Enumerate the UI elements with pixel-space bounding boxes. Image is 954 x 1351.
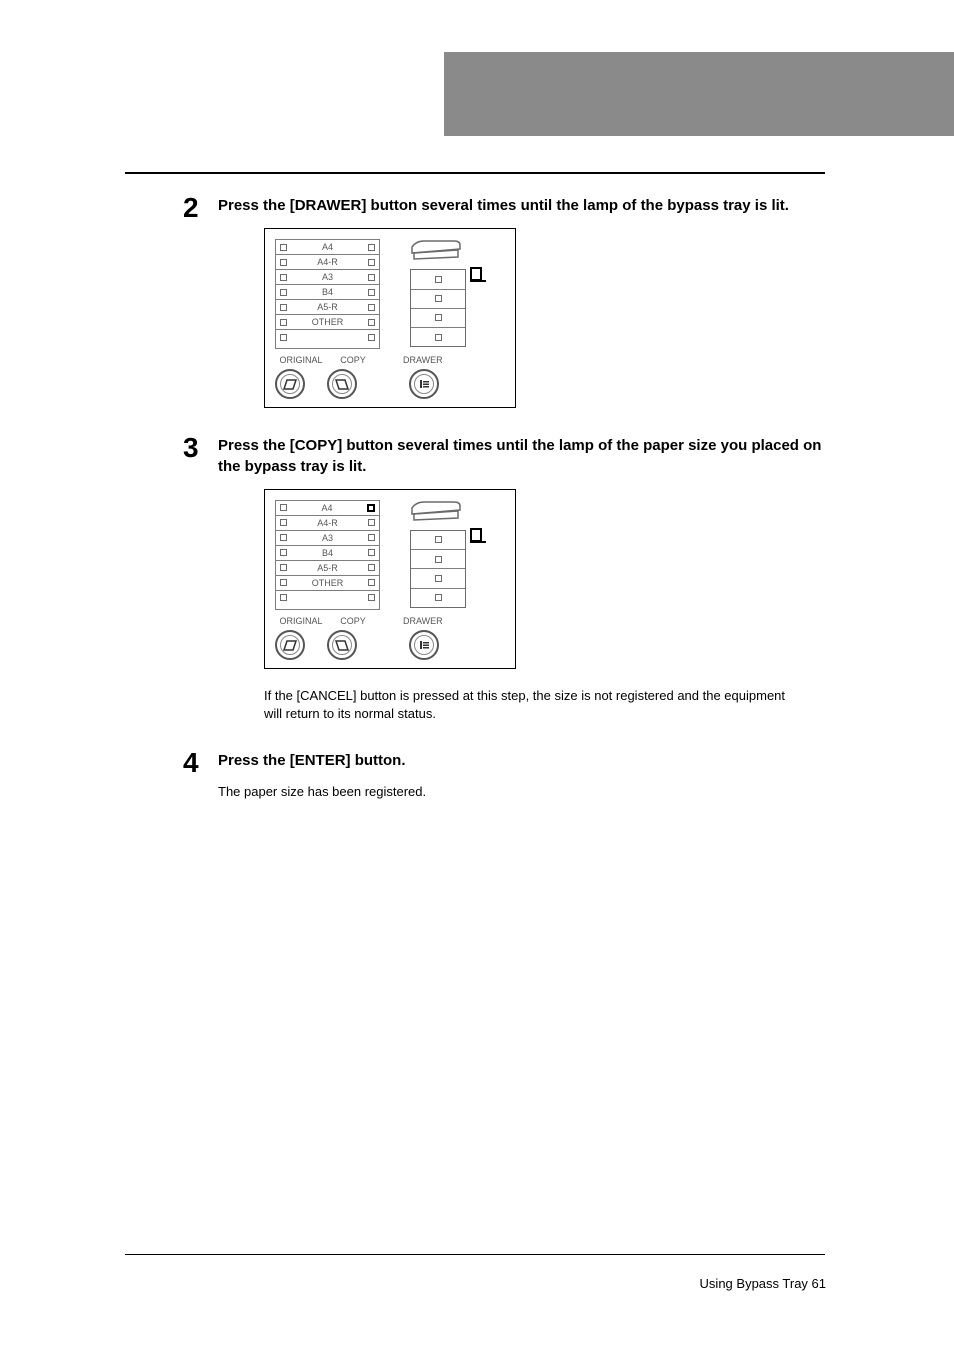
size-row: OTHER (276, 576, 379, 591)
bypass-lamp-indicator (470, 267, 482, 281)
size-row: A4 (276, 240, 379, 255)
drawer-icon (418, 639, 430, 651)
original-button (275, 369, 305, 399)
bypass-lamp-indicator (470, 528, 482, 542)
label-copy: COPY (327, 355, 379, 365)
bypass-tray-icon (410, 239, 462, 261)
drawer-icon (418, 378, 430, 390)
label-original: ORIGINAL (275, 355, 327, 365)
horizontal-rule-top (125, 172, 825, 174)
drawer-button (409, 369, 439, 399)
step-title: Press the [ENTER] button. (218, 749, 828, 771)
step-body: The paper size has been registered. (218, 783, 828, 801)
size-row: A4-R (276, 255, 379, 270)
page-content: 2 Press the [DRAWER] button several time… (218, 194, 828, 828)
printer-diagram (392, 500, 492, 610)
copy-button (327, 630, 357, 660)
horizontal-rule-bottom (125, 1254, 825, 1255)
original-button (275, 630, 305, 660)
copy-icon (335, 639, 349, 651)
size-row: A3 (276, 270, 379, 285)
bypass-tray-icon (410, 500, 462, 522)
control-panel-figure: A4 A4-R A3 B4 A5-R OTHER (264, 228, 516, 408)
step-3: 3 Press the [COPY] button several times … (218, 434, 828, 723)
drawer-button (409, 630, 439, 660)
size-row: B4 (276, 546, 379, 561)
size-row (276, 330, 379, 344)
step-4: 4 Press the [ENTER] button. The paper si… (218, 749, 828, 801)
paper-size-list: A4 A4-R A3 B4 A5-R OTHER (275, 500, 380, 610)
page-footer: Using Bypass Tray 61 (700, 1276, 826, 1291)
header-bar (444, 52, 954, 136)
step-number: 3 (183, 434, 199, 462)
size-row (276, 591, 379, 605)
label-drawer: DRAWER (403, 616, 443, 626)
label-copy: COPY (327, 616, 379, 626)
control-panel-figure: A4 A4-R A3 B4 A5-R OTHER (264, 489, 516, 669)
step-title: Press the [COPY] button several times un… (218, 434, 828, 477)
step-number: 2 (183, 194, 199, 222)
size-row: B4 (276, 285, 379, 300)
size-row: A5-R (276, 561, 379, 576)
paper-size-list: A4 A4-R A3 B4 A5-R OTHER (275, 239, 380, 349)
original-icon (283, 639, 297, 651)
label-drawer: DRAWER (403, 355, 443, 365)
step-2: 2 Press the [DRAWER] button several time… (218, 194, 828, 408)
size-row: A5-R (276, 300, 379, 315)
size-row: A3 (276, 531, 379, 546)
size-row: A4 (276, 501, 379, 516)
copy-icon (335, 378, 349, 390)
original-icon (283, 378, 297, 390)
step-number: 4 (183, 749, 199, 777)
copy-button (327, 369, 357, 399)
step-note: If the [CANCEL] button is pressed at thi… (264, 687, 794, 723)
step-title: Press the [DRAWER] button several times … (218, 194, 828, 216)
copy-lamp-indicator (367, 504, 375, 512)
size-row: A4-R (276, 516, 379, 531)
label-original: ORIGINAL (275, 616, 327, 626)
printer-diagram (392, 239, 492, 349)
size-row: OTHER (276, 315, 379, 330)
